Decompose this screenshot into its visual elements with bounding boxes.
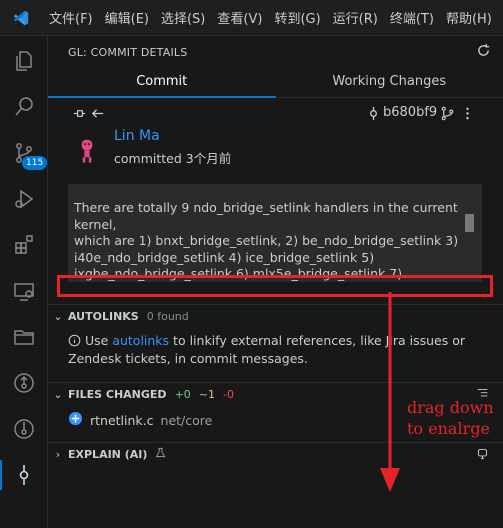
menu-help[interactable]: 帮助(H)	[440, 8, 498, 27]
file-row[interactable]: rtnetlink.c net/core	[68, 410, 212, 430]
files-added-count: +0	[174, 387, 191, 401]
commit-toolbar: b680bf9	[48, 104, 503, 126]
message-line: which are 1) bnxt_bridge_setlink, 2) be_…	[74, 233, 459, 248]
menu-go[interactable]: 转到(G)	[268, 8, 326, 27]
commit-author: Lin Ma committed 3个月前	[76, 128, 476, 172]
back-arrow-icon[interactable]	[90, 106, 105, 125]
chevron-down-icon: ⌄	[53, 387, 63, 401]
pin-icon[interactable]	[72, 106, 87, 125]
remote-explorer-icon[interactable]	[0, 268, 47, 314]
annotation-line: to enalrge	[407, 419, 490, 438]
message-scrollbar[interactable]	[465, 214, 474, 232]
explain-label: EXPLAIN (AI)	[68, 447, 148, 461]
commit-icon	[366, 106, 381, 125]
menu-file[interactable]: 文件(F)	[43, 8, 99, 27]
message-line: There are totally 9 ndo_bridge_setlink h…	[74, 200, 458, 215]
annotation-arrow	[380, 292, 400, 492]
explain-section-header[interactable]: › EXPLAIN (AI)	[48, 442, 503, 465]
message-line: i40e_ndo_bridge_setlink 4) ice_bridge_se…	[74, 249, 375, 265]
annotation-line: drag down	[407, 398, 494, 417]
menu-terminal[interactable]: 终端(T)	[384, 8, 440, 27]
avatar	[76, 138, 98, 170]
source-control-icon[interactable]: 115	[0, 130, 48, 176]
gitlens-inspect-icon[interactable]	[0, 406, 47, 452]
menu-bar: 文件(F) 编辑(E) 选择(S) 查看(V) 转到(G) 运行(R) 终端(T…	[43, 8, 498, 27]
branch-compare-icon[interactable]	[440, 106, 455, 125]
autolinks-section-header[interactable]: ⌄ AUTOLINKS 0 found	[48, 304, 503, 327]
autolinks-link[interactable]: autolinks	[112, 333, 169, 348]
menu-selection[interactable]: 选择(S)	[155, 8, 211, 27]
gitlens-icon[interactable]	[0, 360, 47, 406]
files-deleted-count: -0	[223, 387, 234, 401]
autolinks-label: AUTOLINKS	[68, 309, 139, 323]
more-actions-icon[interactable]	[460, 106, 475, 125]
chevron-right-icon: ›	[55, 447, 61, 461]
commit-sha[interactable]: b680bf9	[383, 105, 437, 120]
tab-bar: Commit Working Changes	[48, 68, 503, 98]
run-debug-icon[interactable]	[0, 176, 47, 222]
files-changed-label: FILES CHANGED	[68, 387, 167, 401]
menu-view[interactable]: 查看(V)	[211, 8, 268, 27]
vscode-logo-icon	[11, 8, 31, 28]
activity-bar: 115	[0, 36, 48, 528]
explorer-icon[interactable]	[0, 38, 47, 84]
commit-message: There are totally 9 ndo_bridge_setlink h…	[74, 200, 464, 282]
refresh-icon[interactable]	[476, 43, 491, 62]
file-modified-icon	[68, 411, 83, 430]
ai-icon[interactable]	[476, 447, 489, 463]
file-name: rtnetlink.c	[90, 412, 154, 428]
info-icon	[68, 333, 85, 348]
autolinks-count: 0 found	[146, 309, 189, 323]
scm-badge: 115	[22, 156, 48, 170]
annotation-text: drag down to enalrge	[407, 397, 494, 439]
extensions-icon[interactable]	[0, 222, 47, 268]
menu-edit[interactable]: 编辑(E)	[99, 8, 155, 27]
files-modified-count: ~1	[198, 387, 215, 401]
annotation-highlight-box	[57, 275, 493, 297]
menu-run[interactable]: 运行(R)	[327, 8, 384, 27]
autolinks-info: Use autolinks to linkify external refere…	[68, 332, 488, 368]
panel-title: GL: COMMIT DETAILS	[68, 45, 188, 59]
commit-date: committed 3个月前	[114, 151, 232, 166]
commit-graph-icon[interactable]	[0, 452, 47, 498]
author-name[interactable]: Lin Ma	[114, 128, 160, 144]
chevron-down-icon: ⌄	[53, 309, 63, 323]
message-line: kernel,	[74, 216, 117, 232]
panel-header: GL: COMMIT DETAILS	[48, 36, 503, 68]
commit-message-box[interactable]: There are totally 9 ndo_bridge_setlink h…	[68, 184, 482, 282]
search-icon[interactable]	[0, 84, 47, 130]
autolinks-info-pre: Use	[84, 333, 113, 348]
folder-icon[interactable]	[0, 314, 47, 360]
title-bar: 文件(F) 编辑(E) 选择(S) 查看(V) 转到(G) 运行(R) 终端(T…	[0, 0, 503, 36]
file-path: net/core	[160, 412, 213, 428]
flask-icon	[155, 447, 166, 461]
tab-commit[interactable]: Commit	[48, 68, 276, 98]
tab-working-changes[interactable]: Working Changes	[275, 68, 503, 98]
